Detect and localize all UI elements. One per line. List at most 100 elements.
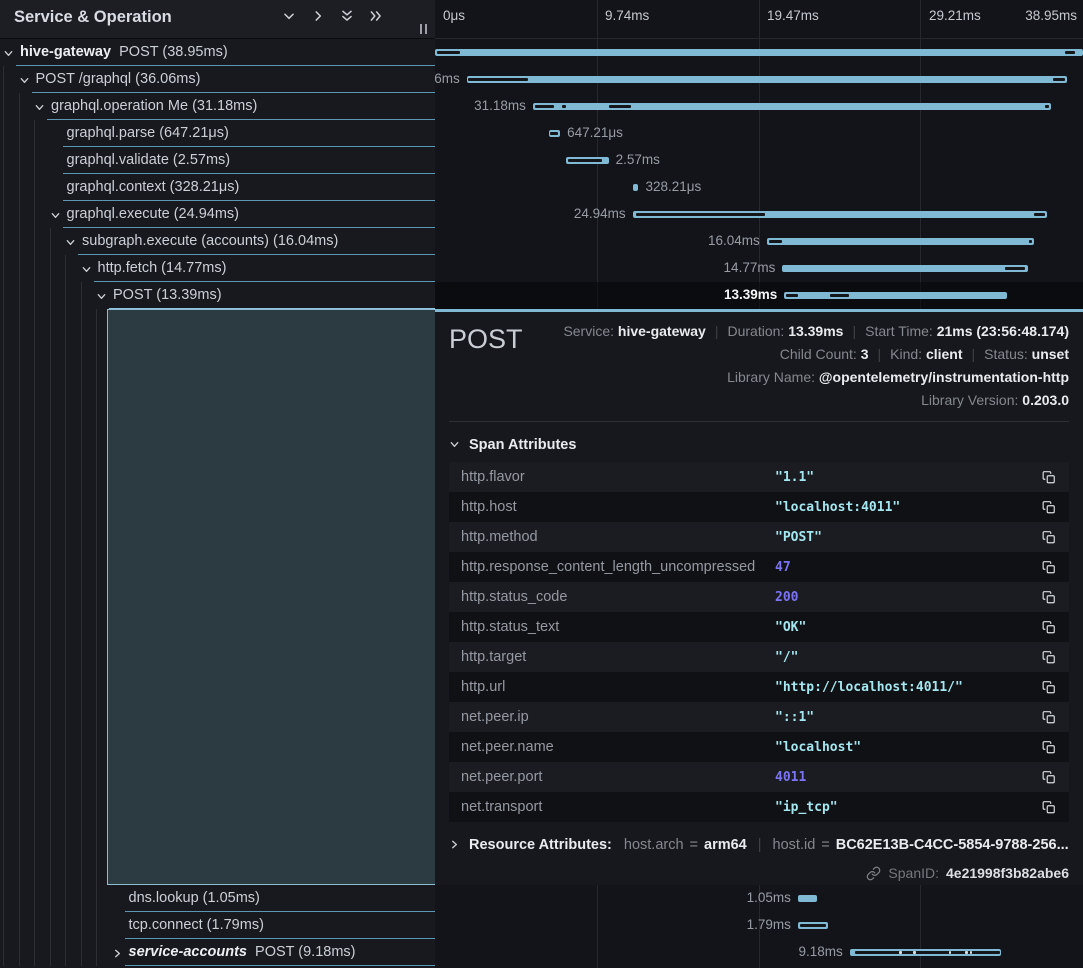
span-bar[interactable] <box>784 292 1007 299</box>
meta-separator: | <box>715 323 719 339</box>
span-label: POST /graphql (36.06ms) <box>36 66 201 93</box>
service-name: hive-gateway <box>20 44 111 60</box>
span-row[interactable]: dns.lookup (1.05ms)1.05ms <box>0 885 1083 912</box>
span-track: 328.21μs <box>435 174 1083 201</box>
span-bar[interactable] <box>767 238 1034 245</box>
copy-value-button[interactable] <box>1037 555 1061 579</box>
chevron-down-icon[interactable] <box>65 235 77 247</box>
chevron-down-icon[interactable] <box>19 73 31 85</box>
span-row[interactable]: http.fetch (14.77ms)14.77ms <box>0 255 1083 282</box>
resource-attributes-row[interactable]: Resource Attributes: host.arch=arm64|hos… <box>449 837 1069 853</box>
attribute-value: "OK" <box>775 620 1037 635</box>
copy-value-button[interactable] <box>1037 585 1061 609</box>
indent-guide <box>96 885 97 912</box>
equals-sign: = <box>821 837 829 853</box>
copy-value-button[interactable] <box>1037 675 1061 699</box>
child-span-mark <box>1045 105 1049 108</box>
copy-value-button[interactable] <box>1037 705 1061 729</box>
span-tree-cell[interactable]: graphql.context (328.21μs) <box>0 174 435 201</box>
attribute-key: http.status_text <box>461 619 775 635</box>
span-duration-label: 1.79ms <box>747 917 791 933</box>
chevron-right-icon[interactable] <box>311 9 325 23</box>
span-tree-cell[interactable]: service-accounts POST (9.18ms) <box>0 939 435 966</box>
span-row[interactable]: service-accounts POST (9.18ms)9.18ms <box>0 939 1083 966</box>
span-row[interactable]: hive-gateway POST (38.95ms)38.95ms <box>0 39 1083 66</box>
link-icon[interactable] <box>866 866 881 881</box>
chevron-down-icon[interactable] <box>34 100 46 112</box>
copy-value-button[interactable] <box>1037 795 1061 819</box>
span-bar[interactable] <box>633 184 639 191</box>
span-row[interactable]: POST (13.39ms)13.39ms <box>0 282 1083 309</box>
indent-guide <box>96 939 97 966</box>
span-row[interactable]: graphql.parse (647.21μs)647.21μs <box>0 120 1083 147</box>
span-tree-cell[interactable]: tcp.connect (1.79ms) <box>0 912 435 939</box>
indent-guide <box>65 912 66 939</box>
chevron-down-icon[interactable] <box>50 208 62 220</box>
meta-label: Library Version: <box>921 392 1018 408</box>
child-span-mark <box>535 105 554 108</box>
gap-mark <box>913 951 916 954</box>
indent-guide <box>3 93 4 120</box>
operation-name: graphql.validate (2.57ms) <box>67 152 231 168</box>
span-tree-cell[interactable]: graphql.validate (2.57ms) <box>0 147 435 174</box>
span-bar[interactable] <box>782 265 1028 272</box>
span-row[interactable]: graphql.validate (2.57ms)2.57ms <box>0 147 1083 174</box>
span-row[interactable]: tcp.connect (1.79ms) 1.79ms <box>0 912 1083 939</box>
span-tree-cell[interactable]: POST (13.39ms) <box>0 282 435 309</box>
span-attributes-label: Span Attributes <box>469 437 576 453</box>
chevron-down-icon[interactable] <box>282 9 296 23</box>
meta-separator: | <box>878 346 882 362</box>
span-row[interactable]: graphql.context (328.21μs)328.21μs <box>0 174 1083 201</box>
span-tree-cell[interactable]: POST /graphql (36.06ms) <box>0 66 435 93</box>
chevron-down-icon[interactable] <box>96 289 108 301</box>
span-row[interactable]: POST /graphql (36.06ms)36.06ms <box>0 66 1083 93</box>
span-bar[interactable] <box>435 49 1083 56</box>
span-tree-cell[interactable]: hive-gateway POST (38.95ms) <box>0 39 435 66</box>
double-chevron-right-icon[interactable] <box>369 9 383 23</box>
attribute-row: http.target"/" <box>449 642 1069 672</box>
span-row[interactable]: graphql.operation Me (31.18ms)31.18ms <box>0 93 1083 120</box>
attribute-value: 4011 <box>775 770 1037 785</box>
attribute-value: "POST" <box>775 530 1037 545</box>
double-chevron-down-icon[interactable] <box>340 9 354 23</box>
child-span-mark <box>1005 267 1024 270</box>
copy-value-button[interactable] <box>1037 735 1061 759</box>
span-tree-cell[interactable]: dns.lookup (1.05ms) <box>0 885 435 912</box>
indent-guide <box>65 939 66 966</box>
indent-guide <box>19 147 20 174</box>
equals-sign: = <box>690 837 698 853</box>
span-tree-cell[interactable]: http.fetch (14.77ms) <box>0 255 435 282</box>
span-tree-cell[interactable]: graphql.parse (647.21μs) <box>0 120 435 147</box>
span-row[interactable]: subgraph.execute (accounts) (16.04ms)16.… <box>0 228 1083 255</box>
span-bar[interactable] <box>467 76 1067 83</box>
indent-guide <box>34 228 35 255</box>
span-track: 13.39ms <box>435 282 1083 309</box>
indent-guide <box>81 309 82 885</box>
attribute-value: "http://localhost:4011/" <box>775 680 1037 695</box>
copy-value-button[interactable] <box>1037 765 1061 789</box>
copy-value-button[interactable] <box>1037 465 1061 489</box>
chevron-down-icon[interactable] <box>3 46 15 58</box>
span-bar[interactable] <box>798 895 817 902</box>
chevron-down-icon[interactable] <box>81 262 93 274</box>
span-row[interactable]: graphql.execute (24.94ms)24.94ms <box>0 201 1083 228</box>
span-attributes-section-header[interactable]: Span Attributes <box>449 437 1069 453</box>
attribute-key: net.peer.name <box>461 739 775 755</box>
indent-guide <box>3 282 4 309</box>
span-detail-header: POST Service: hive-gateway|Duration: 13.… <box>449 320 1069 412</box>
copy-value-button[interactable] <box>1037 615 1061 639</box>
span-tree-cell[interactable]: graphql.operation Me (31.18ms) <box>0 93 435 120</box>
chevron-right-icon[interactable] <box>112 946 124 958</box>
copy-value-button[interactable] <box>1037 525 1061 549</box>
resource-attributes-pairs: host.arch=arm64|host.id=BC62E13B-C4CC-58… <box>624 837 1069 853</box>
span-tree-cell[interactable]: graphql.execute (24.94ms) <box>0 201 435 228</box>
copy-value-button[interactable] <box>1037 495 1061 519</box>
resource-value: arm64 <box>704 837 747 853</box>
span-tree-cell[interactable]: subgraph.execute (accounts) (16.04ms) <box>0 228 435 255</box>
span-id-label: SpanID: <box>888 865 939 881</box>
copy-value-button[interactable] <box>1037 645 1061 669</box>
attribute-row: http.response_content_length_uncompresse… <box>449 552 1069 582</box>
child-span-mark <box>855 951 1000 954</box>
child-span-mark <box>550 132 558 135</box>
column-resize-handle[interactable] <box>418 22 429 36</box>
